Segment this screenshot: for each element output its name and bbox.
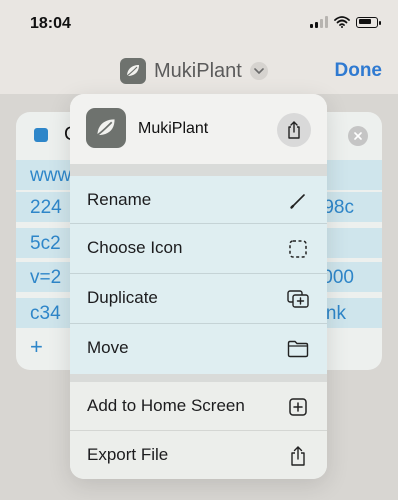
menu-item-label: Choose Icon bbox=[87, 238, 183, 257]
menu-item-label: Move bbox=[87, 338, 129, 357]
done-button[interactable]: Done bbox=[335, 60, 383, 82]
wifi-icon bbox=[334, 16, 350, 28]
leaf-app-icon bbox=[86, 108, 126, 148]
menu-item-choose-icon[interactable]: Choose Icon bbox=[70, 224, 327, 274]
pencil-icon bbox=[287, 190, 309, 212]
folder-icon bbox=[287, 338, 309, 360]
nav-title: MukiPlant bbox=[154, 59, 242, 82]
text-row-left: 5c2 bbox=[30, 233, 61, 254]
link-action-icon bbox=[34, 128, 48, 142]
close-icon[interactable] bbox=[348, 126, 368, 146]
context-menu: MukiPlant Rename Choose Icon Duplicate M… bbox=[70, 94, 327, 479]
share-button[interactable] bbox=[277, 113, 311, 147]
battery-level bbox=[358, 19, 371, 24]
menu-item-label: Rename bbox=[87, 190, 152, 209]
status-bar: 18:04 bbox=[0, 0, 398, 44]
dashed-square-icon bbox=[287, 238, 309, 260]
clock: 18:04 bbox=[30, 15, 71, 32]
cellular-signal-icon bbox=[310, 16, 328, 28]
text-row-left: 224 bbox=[30, 197, 62, 218]
nav-bar: MukiPlant Done bbox=[0, 50, 398, 90]
menu-item-add-to-home-screen[interactable]: Add to Home Screen bbox=[70, 382, 327, 431]
leaf-app-icon bbox=[120, 58, 146, 84]
menu-divider bbox=[70, 374, 327, 382]
shortcut-title-menu[interactable]: MukiPlant bbox=[120, 58, 268, 84]
text-row-right: 98c bbox=[323, 197, 354, 218]
menu-header: MukiPlant bbox=[70, 94, 327, 164]
menu-item-label: Add to Home Screen bbox=[87, 396, 245, 415]
chevron-down-icon bbox=[249, 62, 268, 80]
menu-item-move[interactable]: Move bbox=[70, 324, 327, 374]
menu-item-label: Export File bbox=[87, 445, 169, 464]
export-icon bbox=[287, 445, 309, 467]
menu-app-name: MukiPlant bbox=[138, 120, 209, 137]
menu-item-label: Duplicate bbox=[87, 288, 158, 307]
text-row-right: 000 bbox=[322, 267, 354, 288]
battery-icon bbox=[356, 16, 381, 28]
plus-square-icon bbox=[287, 396, 309, 418]
add-variable-button[interactable]: + bbox=[30, 334, 43, 360]
text-row-left: www bbox=[30, 165, 72, 186]
text-row-right: nk bbox=[325, 303, 346, 324]
duplicate-icon bbox=[287, 288, 309, 310]
menu-item-duplicate[interactable]: Duplicate bbox=[70, 274, 327, 324]
share-icon bbox=[288, 121, 300, 139]
text-row-left: c34 bbox=[30, 303, 61, 324]
menu-item-export-file[interactable]: Export File bbox=[70, 431, 327, 479]
menu-divider bbox=[70, 164, 327, 176]
menu-item-rename[interactable]: Rename bbox=[70, 176, 327, 224]
status-icons bbox=[310, 16, 381, 28]
text-row-left: v=2 bbox=[30, 267, 62, 288]
